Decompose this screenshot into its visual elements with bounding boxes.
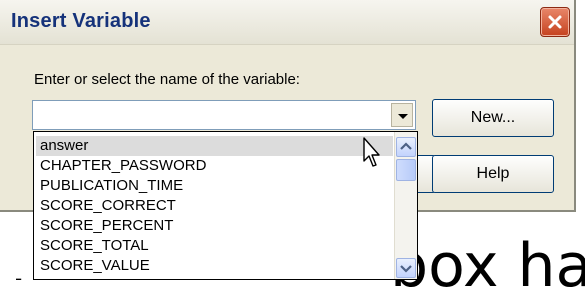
list-item[interactable]: CHAPTER_PASSWORD	[36, 156, 393, 176]
scroll-up-icon	[400, 142, 412, 150]
new-button[interactable]: New...	[432, 99, 554, 137]
scroll-up-button[interactable]	[396, 137, 416, 157]
mouse-pointer-icon	[363, 137, 380, 167]
list-item[interactable]: SCORE_PERCENT	[36, 216, 393, 236]
variable-dropdown-list[interactable]: answer CHAPTER_PASSWORD PUBLICATION_TIME…	[33, 131, 418, 280]
scroll-down-icon	[400, 265, 412, 273]
list-scrollbar[interactable]	[394, 132, 417, 279]
background-text: box ha	[390, 231, 585, 301]
list-item[interactable]: SCORE_TOTAL	[36, 236, 393, 256]
list-item[interactable]: answer	[36, 136, 393, 156]
title-bar[interactable]: Insert Variable	[0, 0, 574, 45]
close-icon	[548, 15, 562, 29]
list-item[interactable]: PUBLICATION_TIME	[36, 176, 393, 196]
list-item[interactable]: SCORE_VALUE	[36, 256, 393, 276]
help-button[interactable]: Help	[432, 155, 554, 193]
dropdown-button[interactable]	[391, 103, 413, 127]
dialog-title: Insert Variable	[11, 10, 151, 32]
list-item[interactable]: SCORE_CORRECT	[36, 196, 393, 216]
scroll-down-button[interactable]	[396, 258, 416, 278]
variable-name-label: Enter or select the name of the variable…	[34, 71, 300, 88]
close-button[interactable]	[540, 7, 570, 37]
scrollbar-thumb[interactable]	[396, 159, 416, 181]
chevron-down-icon	[398, 114, 408, 119]
variable-name-combobox[interactable]	[32, 100, 416, 130]
